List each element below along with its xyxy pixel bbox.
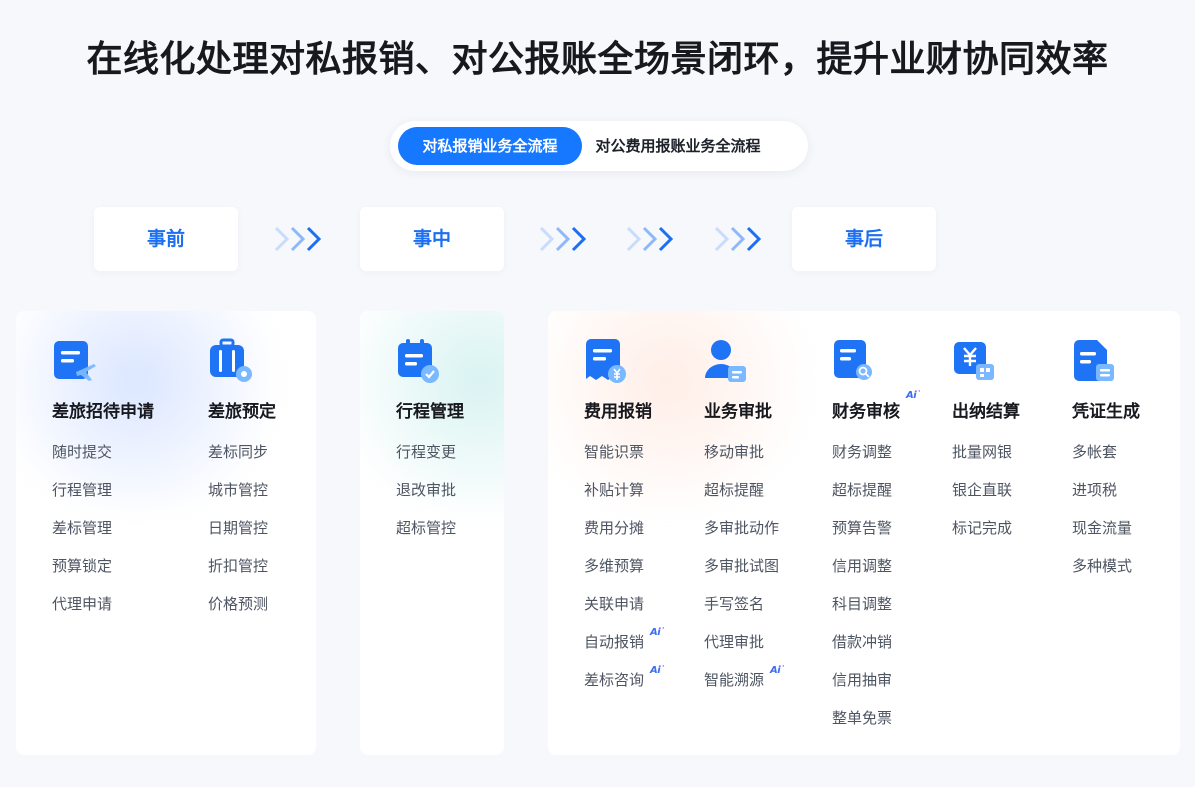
column-title: 差旅招待申请: [52, 402, 154, 422]
list-item[interactable]: 智能溯源 Ai˙: [704, 665, 785, 707]
list-item[interactable]: 价格预测: [208, 593, 268, 631]
column-title: 差旅预定: [208, 402, 276, 422]
tab-private-reimbursement[interactable]: 对私报销业务全流程: [398, 127, 582, 165]
list-item[interactable]: 移动审批: [704, 441, 779, 479]
list-item[interactable]: 代理审批: [704, 631, 779, 669]
column-title: 业务审批: [704, 402, 772, 422]
list-item[interactable]: 补贴计算: [584, 479, 644, 517]
list-item[interactable]: 城市管控: [208, 479, 268, 517]
list-item[interactable]: 差标同步: [208, 441, 268, 479]
list-item[interactable]: 预算告警: [832, 517, 892, 555]
list-item[interactable]: 财务调整: [832, 441, 892, 479]
list-item[interactable]: 标记完成: [952, 517, 1012, 555]
list-item[interactable]: 现金流量: [1072, 517, 1132, 555]
list-item[interactable]: 多种模式: [1072, 555, 1132, 593]
travel-apply-icon: [54, 341, 96, 381]
process-tab-bar: 对私报销业务全流程 对公费用报账业务全流程: [390, 121, 808, 171]
list-item[interactable]: 信用调整: [832, 555, 892, 593]
list-item[interactable]: 手写签名: [704, 593, 779, 631]
ai-badge-icon: Ai˙: [650, 665, 665, 676]
expense-doc-icon: [586, 339, 626, 383]
phase-after: 事后: [792, 207, 936, 271]
list-item[interactable]: 折扣管控: [208, 555, 268, 593]
list-item[interactable]: 费用分摊: [584, 517, 644, 555]
list-item[interactable]: 多帐套: [1072, 441, 1132, 479]
chevron-arrows-icon: [626, 226, 674, 252]
list-item[interactable]: 科目调整: [832, 593, 892, 631]
list-item[interactable]: 行程变更: [396, 441, 456, 479]
ai-badge-icon: Ai˙: [906, 390, 921, 401]
list-item[interactable]: 整单免票: [832, 707, 892, 745]
list-item[interactable]: 关联申请: [584, 593, 644, 631]
list-item[interactable]: 批量网银: [952, 441, 1012, 479]
chevron-arrows-icon: [714, 226, 762, 252]
list-item[interactable]: 超标提醒: [704, 479, 779, 517]
list-item[interactable]: 超标管控: [396, 517, 456, 555]
card-after: 费用报销 智能识票 补贴计算 费用分摊 多维预算 关联申请 自动报销 Ai˙ 差标…: [548, 311, 1180, 755]
column-title: 行程管理: [396, 402, 464, 422]
user-approval-icon: [705, 340, 746, 382]
phase-during: 事中: [360, 207, 504, 271]
list-item[interactable]: 代理申请: [52, 593, 112, 631]
phase-before: 事前: [94, 207, 238, 271]
list-item[interactable]: 智能识票: [584, 441, 644, 479]
list-item[interactable]: 差标管理: [52, 517, 112, 555]
list-item[interactable]: 差标咨询 Ai˙: [584, 665, 665, 707]
chevron-arrows-icon: [274, 226, 322, 252]
list-item[interactable]: 借款冲销: [832, 631, 892, 669]
calendar-check-icon: [398, 339, 439, 383]
list-item[interactable]: 自动报销 Ai˙: [584, 627, 665, 669]
list-item[interactable]: 多维预算: [584, 555, 644, 593]
cashier-settle-icon: [954, 342, 994, 380]
luggage-booking-icon: [210, 338, 252, 382]
ai-badge-icon: Ai˙: [650, 627, 665, 638]
column-title: 财务审核: [832, 402, 900, 422]
list-item[interactable]: 超标提醒: [832, 479, 892, 517]
chevron-arrows-icon: [539, 226, 587, 252]
list-item[interactable]: 多审批试图: [704, 555, 779, 593]
list-item[interactable]: 进项税: [1072, 479, 1132, 517]
column-title: 凭证生成: [1072, 402, 1140, 422]
finance-audit-icon: [834, 340, 872, 380]
list-item[interactable]: 预算锁定: [52, 555, 112, 593]
list-item[interactable]: 银企直联: [952, 479, 1012, 517]
list-item[interactable]: 随时提交: [52, 441, 112, 479]
list-item[interactable]: 退改审批: [396, 479, 456, 517]
card-during: 行程管理 行程变更 退改审批 超标管控: [360, 311, 504, 755]
column-title: 出纳结算: [952, 402, 1020, 422]
list-item[interactable]: 多审批动作: [704, 517, 779, 555]
column-title: 费用报销: [584, 402, 652, 422]
voucher-doc-icon: [1074, 340, 1114, 381]
ai-badge-icon: Ai˙: [770, 665, 785, 676]
page-headline: 在线化处理对私报销、对公报账全场景闭环，提升业财协同效率: [86, 39, 1109, 80]
tab-public-expense[interactable]: 对公费用报账业务全流程: [586, 127, 770, 165]
list-item[interactable]: 信用抽审: [832, 669, 892, 707]
card-before: 差旅招待申请 随时提交 行程管理 差标管理 预算锁定 代理申请 差旅预定 差标同…: [16, 311, 316, 755]
list-item[interactable]: 行程管理: [52, 479, 112, 517]
list-item[interactable]: 日期管控: [208, 517, 268, 555]
